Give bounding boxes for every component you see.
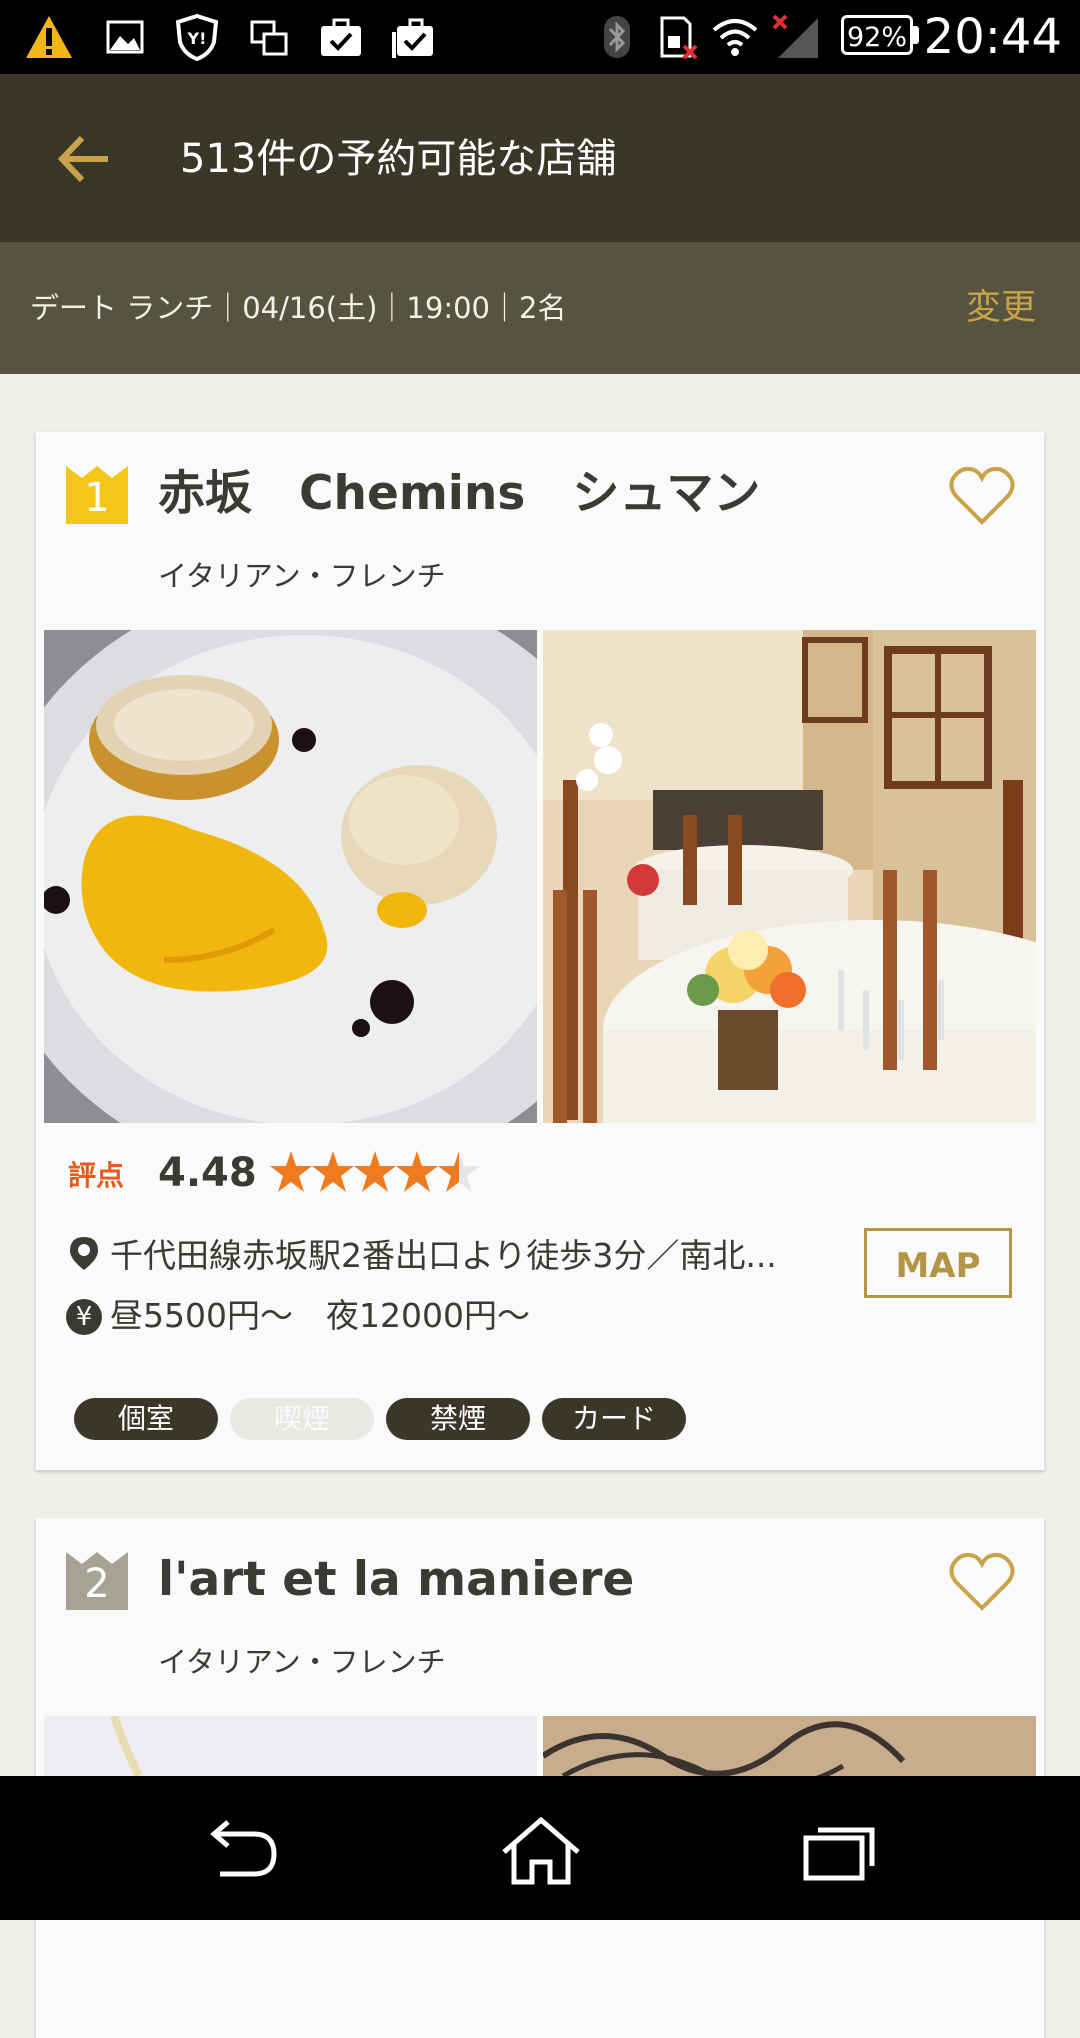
page-title: 513件の予約可能な店舗 bbox=[180, 136, 617, 182]
svg-text:Y!: Y! bbox=[187, 29, 207, 48]
restaurant-card[interactable]: 1 赤坂 Chemins シュマン イタリアン・フレンチ 評点 4.48 千代田… bbox=[36, 432, 1044, 1470]
briefcase-check-icon bbox=[321, 18, 361, 56]
food-photo[interactable] bbox=[44, 630, 537, 1123]
clock: 20:44 bbox=[923, 9, 1062, 65]
rank-number: 2 bbox=[84, 1561, 110, 1607]
star-icon bbox=[396, 1151, 438, 1192]
status-bar: Y! 92% 20:44 bbox=[0, 0, 1080, 74]
back-icon[interactable] bbox=[196, 1816, 286, 1886]
restaurant-genre: イタリアン・フレンチ bbox=[158, 559, 446, 593]
star-icon bbox=[270, 1151, 312, 1192]
rank-number: 1 bbox=[84, 475, 110, 521]
tag-non-smoking: 禁煙 bbox=[386, 1398, 530, 1440]
signal-off-icon bbox=[772, 14, 818, 58]
tag-smoking: 喫煙 bbox=[230, 1398, 374, 1440]
rank-badge: 1 bbox=[66, 466, 128, 524]
search-conditions-summary: デート ランチ｜04/16(土)｜19:00｜2名 bbox=[30, 291, 567, 325]
yen-icon: ¥ bbox=[66, 1299, 102, 1335]
price-text: 昼5500円～ 夜12000円～ bbox=[110, 1296, 530, 1335]
clipboard-check-icon bbox=[392, 18, 433, 58]
screen-mirror-icon bbox=[250, 20, 288, 56]
back-arrow-icon[interactable] bbox=[50, 126, 116, 192]
home-icon[interactable] bbox=[496, 1816, 586, 1886]
search-conditions-bar: デート ランチ｜04/16(土)｜19:00｜2名 変更 bbox=[0, 242, 1080, 374]
restaurant-name[interactable]: l'art et la maniere bbox=[158, 1548, 634, 1612]
half-star-icon bbox=[438, 1151, 480, 1192]
location-pin-icon bbox=[70, 1237, 98, 1270]
wifi-icon bbox=[712, 19, 758, 56]
rating-stars bbox=[270, 1151, 480, 1192]
map-button[interactable]: MAP bbox=[864, 1228, 1012, 1298]
sd-card-error-icon bbox=[660, 16, 698, 60]
yahoo-shield-icon: Y! bbox=[175, 13, 219, 62]
access-info: 千代田線赤坂駅2番出口より徒歩3分／南北... bbox=[66, 1232, 777, 1280]
rating-value: 4.48 bbox=[158, 1150, 257, 1196]
interior-photo[interactable] bbox=[543, 630, 1036, 1123]
food-photo[interactable] bbox=[44, 1716, 537, 1776]
rating-label: 評点 bbox=[68, 1159, 125, 1192]
battery-tip bbox=[913, 26, 919, 44]
system-navigation-bar bbox=[0, 1776, 1080, 1920]
tag-card: カード bbox=[542, 1398, 686, 1440]
heart-icon[interactable] bbox=[948, 1552, 1016, 1612]
bluetooth-icon bbox=[604, 16, 630, 58]
recent-apps-icon[interactable] bbox=[796, 1816, 886, 1886]
rank-badge: 2 bbox=[66, 1552, 128, 1610]
interior-photo[interactable] bbox=[543, 1716, 1036, 1776]
warning-icon bbox=[26, 16, 72, 58]
tag-private-room: 個室 bbox=[74, 1398, 218, 1440]
star-icon bbox=[354, 1151, 396, 1192]
app-bar: 513件の予約可能な店舗 bbox=[0, 74, 1080, 242]
access-text: 千代田線赤坂駅2番出口より徒歩3分／南北... bbox=[110, 1236, 777, 1275]
price-info: ¥ 昼5500円～ 夜12000円～ bbox=[66, 1292, 530, 1340]
restaurant-genre: イタリアン・フレンチ bbox=[158, 1645, 446, 1679]
star-icon bbox=[312, 1151, 354, 1192]
battery-indicator: 92% bbox=[841, 15, 913, 55]
change-conditions-button[interactable]: 変更 bbox=[966, 280, 1036, 336]
restaurant-name[interactable]: 赤坂 Chemins シュマン bbox=[158, 462, 760, 526]
heart-icon[interactable] bbox=[948, 466, 1016, 526]
image-icon bbox=[106, 20, 144, 54]
